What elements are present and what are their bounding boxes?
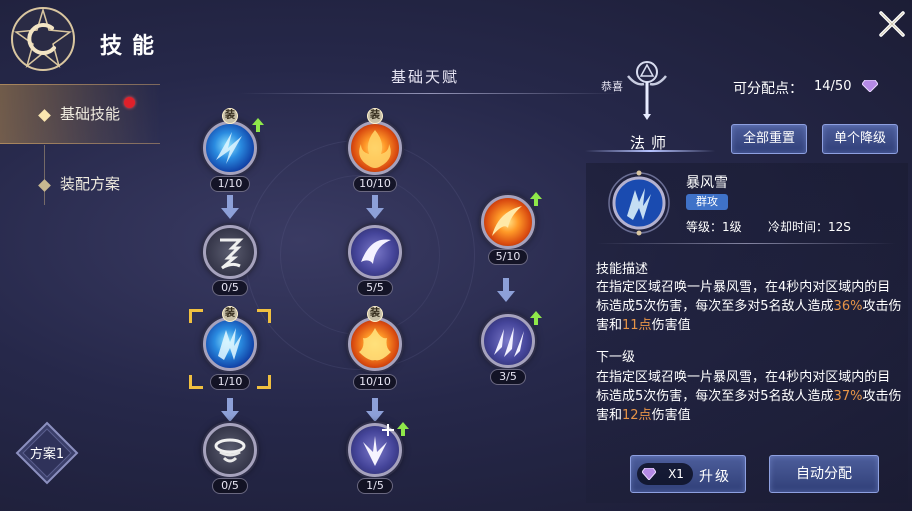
- wind-crescent-icon: [348, 225, 402, 279]
- page-title: 技能: [100, 34, 165, 59]
- tree-title-underline: [240, 93, 620, 94]
- next-level-title: 下一级: [596, 350, 636, 365]
- upgrade-button[interactable]: X1 升级: [630, 455, 746, 493]
- equipped-badge: 装: [367, 306, 383, 322]
- skill-emblem-icon: [11, 7, 75, 71]
- close-icon[interactable]: [874, 6, 910, 42]
- upgrade-arrow-icon: [530, 311, 542, 325]
- sidebar-item-label: 装配方案: [60, 175, 121, 193]
- blizzard-icon: [203, 317, 257, 371]
- upgrade-label: 升级: [699, 469, 731, 485]
- sidebar-item-basic-skills[interactable]: 基础技能: [0, 84, 160, 144]
- skill-points-value: 14/50: [814, 79, 852, 94]
- tree-title: 基础天赋: [390, 68, 459, 86]
- selection-corner: [257, 375, 271, 389]
- single-downgrade-button[interactable]: 单个降级: [822, 124, 898, 154]
- skill-level: 3/5: [490, 369, 526, 385]
- diamond-icon: [38, 109, 51, 122]
- path-arrow-icon: [221, 195, 239, 219]
- skill-node-fire-blast[interactable]: [345, 314, 405, 374]
- skill-node-ice-shard[interactable]: [200, 118, 260, 178]
- fire-phoenix-icon: [348, 121, 402, 175]
- equipped-badge: 装: [222, 108, 238, 124]
- skill-node-claw-slash[interactable]: [478, 311, 538, 371]
- whirlwind-icon: [203, 225, 257, 279]
- class-emblem-icon: [627, 61, 667, 120]
- skill-cooldown-text: 冷却时间：12S: [768, 220, 851, 234]
- claw-slash-icon: [481, 314, 535, 368]
- selection-corner: [189, 375, 203, 389]
- skill-name: 暴风雪: [686, 175, 728, 191]
- skill-node-wing-burst[interactable]: [345, 420, 405, 480]
- diamond-icon: [38, 179, 51, 192]
- skill-points-label: 可分配点：: [733, 81, 803, 97]
- skill-node-wind-crescent[interactable]: [345, 222, 405, 282]
- upgrade-arrow-icon: [252, 118, 264, 132]
- skill-level: 1/10: [210, 176, 250, 192]
- skill-level: 10/10: [353, 374, 397, 390]
- upgrade-arrow-icon: [530, 192, 542, 206]
- skill-level: 0/5: [212, 478, 248, 494]
- sidebar-item-label: 基础技能: [60, 105, 121, 123]
- skill-node-blizzard[interactable]: [200, 314, 260, 374]
- path-arrow-icon: [221, 398, 239, 422]
- skill-screen: 技能 基础技能 装配方案 方案1 基础天赋 恭喜 装 1/10 装 10/10 …: [0, 0, 912, 511]
- description-title: 技能描述: [596, 262, 649, 277]
- upgrade-arrow-icon: [397, 422, 409, 436]
- skill-node-whirlwind[interactable]: [200, 222, 260, 282]
- skill-level: 0/5: [212, 280, 248, 296]
- skill-node-fire-phoenix[interactable]: [345, 118, 405, 178]
- gem-icon: [642, 468, 656, 480]
- skill-level: 5/5: [357, 280, 393, 296]
- skill-type-tag: 群攻: [686, 194, 728, 210]
- class-label-glow: [585, 150, 715, 152]
- selected-skill-icon: [606, 170, 672, 236]
- selection-corner: [189, 309, 203, 323]
- tornado-icon: [203, 423, 257, 477]
- skill-description: 在指定区域召唤一片暴风雪，在4秒内对区域内的目标造成5次伤害，每次至多对5名敌人…: [596, 280, 902, 333]
- gem-icon: [862, 80, 878, 92]
- ice-shard-icon: [203, 121, 257, 175]
- path-arrow-icon: [366, 195, 384, 219]
- fire-blast-icon: [348, 317, 402, 371]
- path-arrow-icon: [366, 398, 384, 422]
- plan-button-label: 方案1: [29, 447, 65, 462]
- skill-level: 1/10: [210, 374, 250, 390]
- selection-corner: [257, 309, 271, 323]
- skill-level-text: 等级：1级: [686, 220, 742, 234]
- upgrade-cost: X1: [637, 463, 693, 485]
- notification-badge: [124, 97, 135, 108]
- fire-slash-icon: [481, 195, 535, 249]
- equipped-badge: 装: [367, 108, 383, 124]
- detail-divider: [596, 243, 896, 244]
- next-level-description: 在指定区域召唤一片暴风雪，在4秒内对区域内的目标造成5次伤害，每次至多对5名敌人…: [596, 370, 902, 423]
- sidebar-item-loadout[interactable]: 装配方案: [0, 155, 160, 215]
- auto-assign-button[interactable]: 自动分配: [769, 455, 879, 493]
- skill-node-fire-slash[interactable]: [478, 192, 538, 252]
- skill-level: 1/5: [357, 478, 393, 494]
- plus-icon: [382, 424, 394, 436]
- skill-node-tornado[interactable]: [200, 420, 260, 480]
- equipped-badge: 装: [222, 306, 238, 322]
- path-arrow-icon: [497, 278, 515, 302]
- reset-all-button[interactable]: 全部重置: [731, 124, 807, 154]
- skill-level: 5/10: [488, 249, 528, 265]
- skill-level: 10/10: [353, 176, 397, 192]
- congrats-text: 恭喜: [601, 80, 623, 93]
